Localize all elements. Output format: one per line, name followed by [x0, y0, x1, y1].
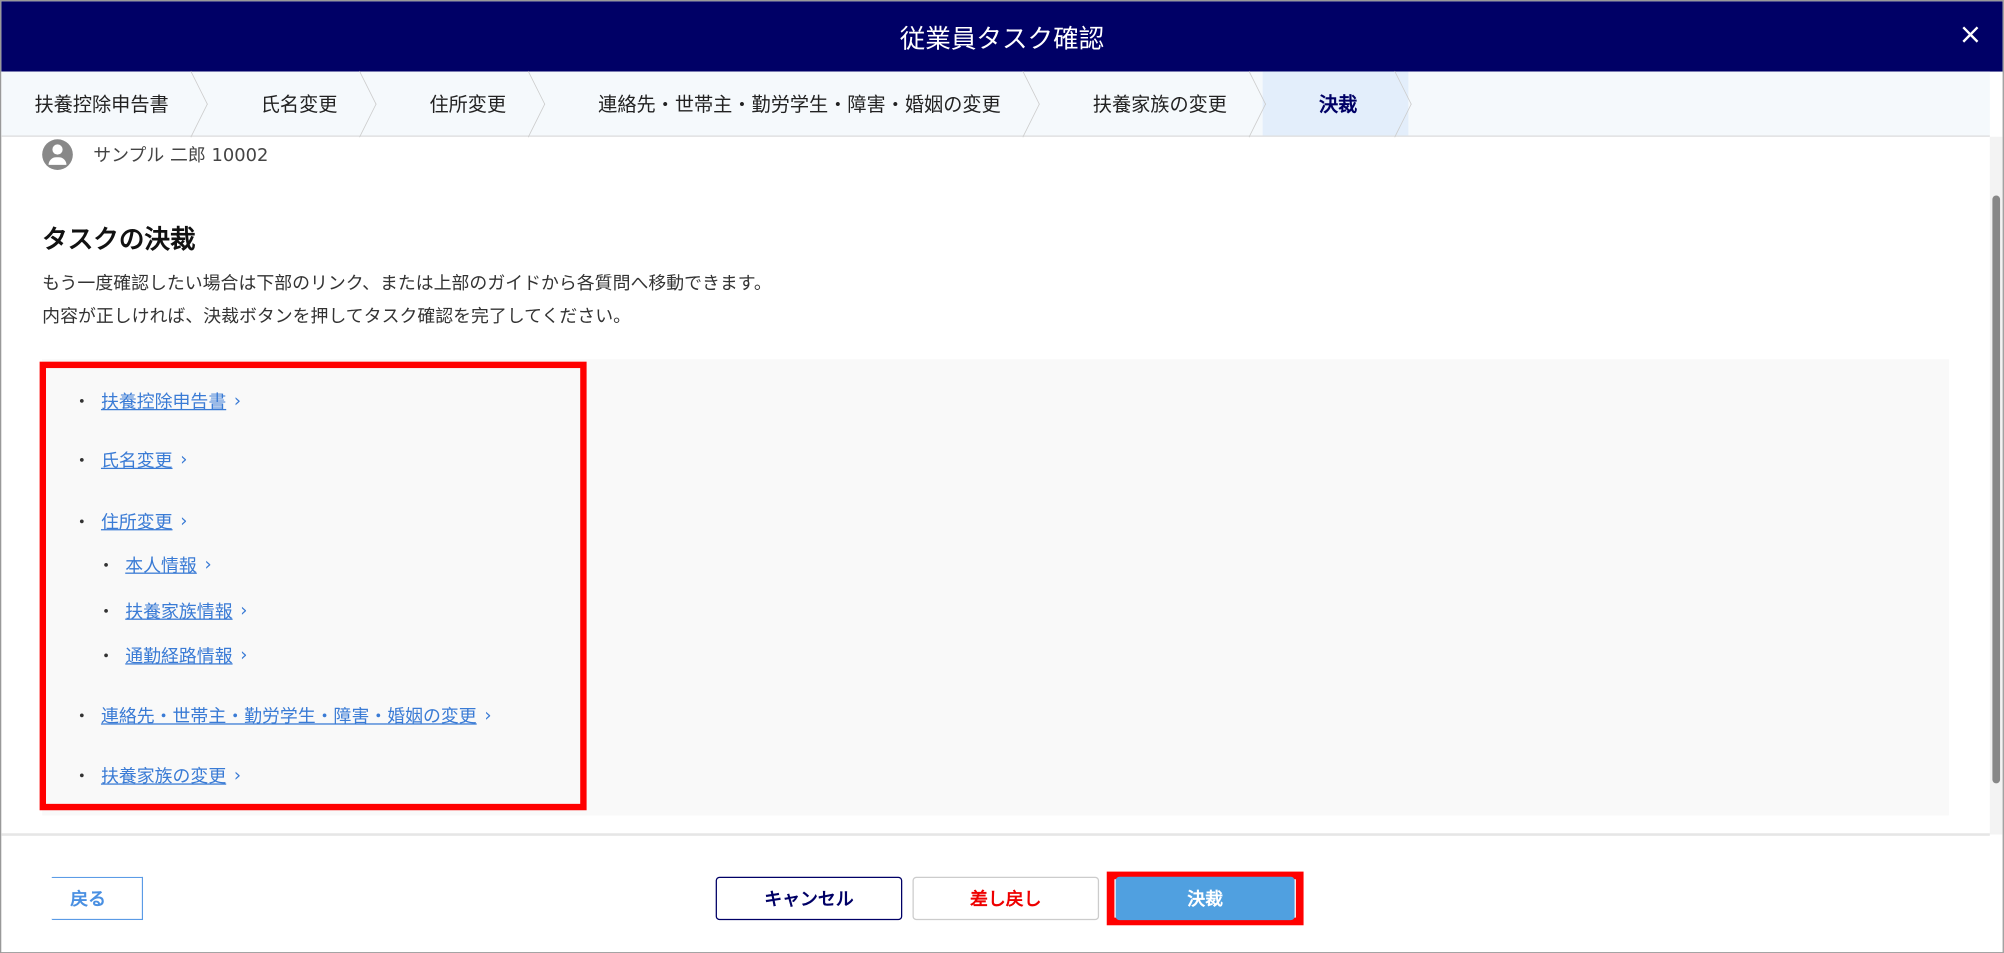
link-name-change[interactable]: 氏名変更 [101, 447, 173, 473]
chevron-right-icon: › [233, 765, 242, 786]
bullet: ・ [72, 766, 91, 788]
chevron-right-icon: › [484, 705, 492, 726]
step-address-change[interactable]: 住所変更 [373, 72, 542, 136]
link-commute-info[interactable]: 通勤経路情報 [125, 643, 232, 669]
chevron-right-icon: › [240, 645, 248, 666]
scrollbar-thumb[interactable] [1992, 195, 2001, 784]
chevron-right-icon: › [240, 600, 248, 622]
description-line-2: 内容が正しければ、決裁ボタンを押してタスク確認を完了してください。 [42, 306, 632, 328]
step-dependent-deduction[interactable]: 扶養控除申告書 [1, 72, 204, 136]
back-button[interactable]: 戻る [34, 876, 144, 921]
link-family-info[interactable]: 扶養家族情報 [125, 598, 232, 624]
bullet: ・ [72, 512, 91, 533]
bullet: ・ [97, 555, 116, 577]
send-back-button[interactable]: 差し戻し [912, 876, 1100, 921]
step-family-change[interactable]: 扶養家族の変更 [1037, 72, 1263, 136]
link-contact-change[interactable]: 連絡先・世帯主・勤労学生・障害・婚姻の変更 [101, 703, 477, 729]
bullet: ・ [97, 601, 116, 623]
bullet: ・ [72, 392, 91, 413]
dialog-title: 従業員タスク確認 [899, 23, 1105, 54]
cancel-button[interactable]: キャンセル [715, 876, 903, 921]
link-family-change[interactable]: 扶養家族の変更 [101, 763, 226, 789]
scrollbar[interactable] [1989, 136, 2003, 835]
step-approval[interactable]: 決裁 [1262, 71, 1409, 136]
step-guide: 扶養控除申告書 氏名変更 住所変更 連絡先・世帯主・勤労学生・障害・婚姻の変更 … [1, 71, 1990, 137]
link-dependent-deduction[interactable]: 扶養控除申告書 [101, 389, 226, 415]
page-title: タスクの決裁 [42, 223, 196, 255]
step-name-change[interactable]: 氏名変更 [204, 72, 373, 136]
chevron-right-icon: › [180, 449, 188, 471]
link-item: ・扶養家族の変更 › [73, 763, 241, 789]
description-line-1: もう一度確認したい場合は下部のリンク、または上部のガイドから各質問へ移動できます… [42, 273, 772, 294]
link-item: ・扶養控除申告書 › [73, 389, 241, 415]
approve-button[interactable]: 決裁 [1115, 876, 1295, 921]
bullet: ・ [72, 706, 91, 728]
step-contact-change[interactable]: 連絡先・世帯主・勤労学生・障害・婚姻の変更 [542, 72, 1037, 136]
link-item: ・本人情報 › [97, 552, 212, 578]
task-dialog: 従業員タスク確認 × 扶養控除申告書 氏名変更 住所変更 連絡先・世帯主・勤労学… [0, 0, 2004, 953]
bullet: ・ [97, 646, 116, 668]
close-icon[interactable]: × [1959, 19, 1983, 51]
bullet: ・ [72, 451, 91, 472]
user-avatar-icon [42, 139, 73, 170]
footer-divider [1, 833, 1990, 836]
employee-info: サンプル 二郎 10002 [42, 139, 268, 170]
link-item: ・扶養家族情報 › [97, 598, 247, 624]
chevron-right-icon: › [233, 391, 242, 412]
highlight-frame [39, 361, 587, 811]
description: もう一度確認したい場合は下部のリンク、または上部のガイドから各質問へ移動できます… [42, 267, 772, 333]
link-item: ・通勤経路情報 › [97, 643, 247, 669]
link-item: ・連絡先・世帯主・勤労学生・障害・婚姻の変更 › [73, 703, 492, 729]
link-item: ・氏名変更 › [73, 447, 188, 473]
chevron-right-icon: › [180, 511, 188, 532]
employee-name: サンプル 二郎 10002 [93, 145, 269, 167]
link-address-change[interactable]: 住所変更 [101, 509, 173, 535]
link-item: ・住所変更 › [73, 509, 188, 535]
dialog-header: 従業員タスク確認 × [1, 1, 2003, 72]
link-personal-info[interactable]: 本人情報 [125, 552, 197, 578]
chevron-right-icon: › [204, 554, 212, 576]
